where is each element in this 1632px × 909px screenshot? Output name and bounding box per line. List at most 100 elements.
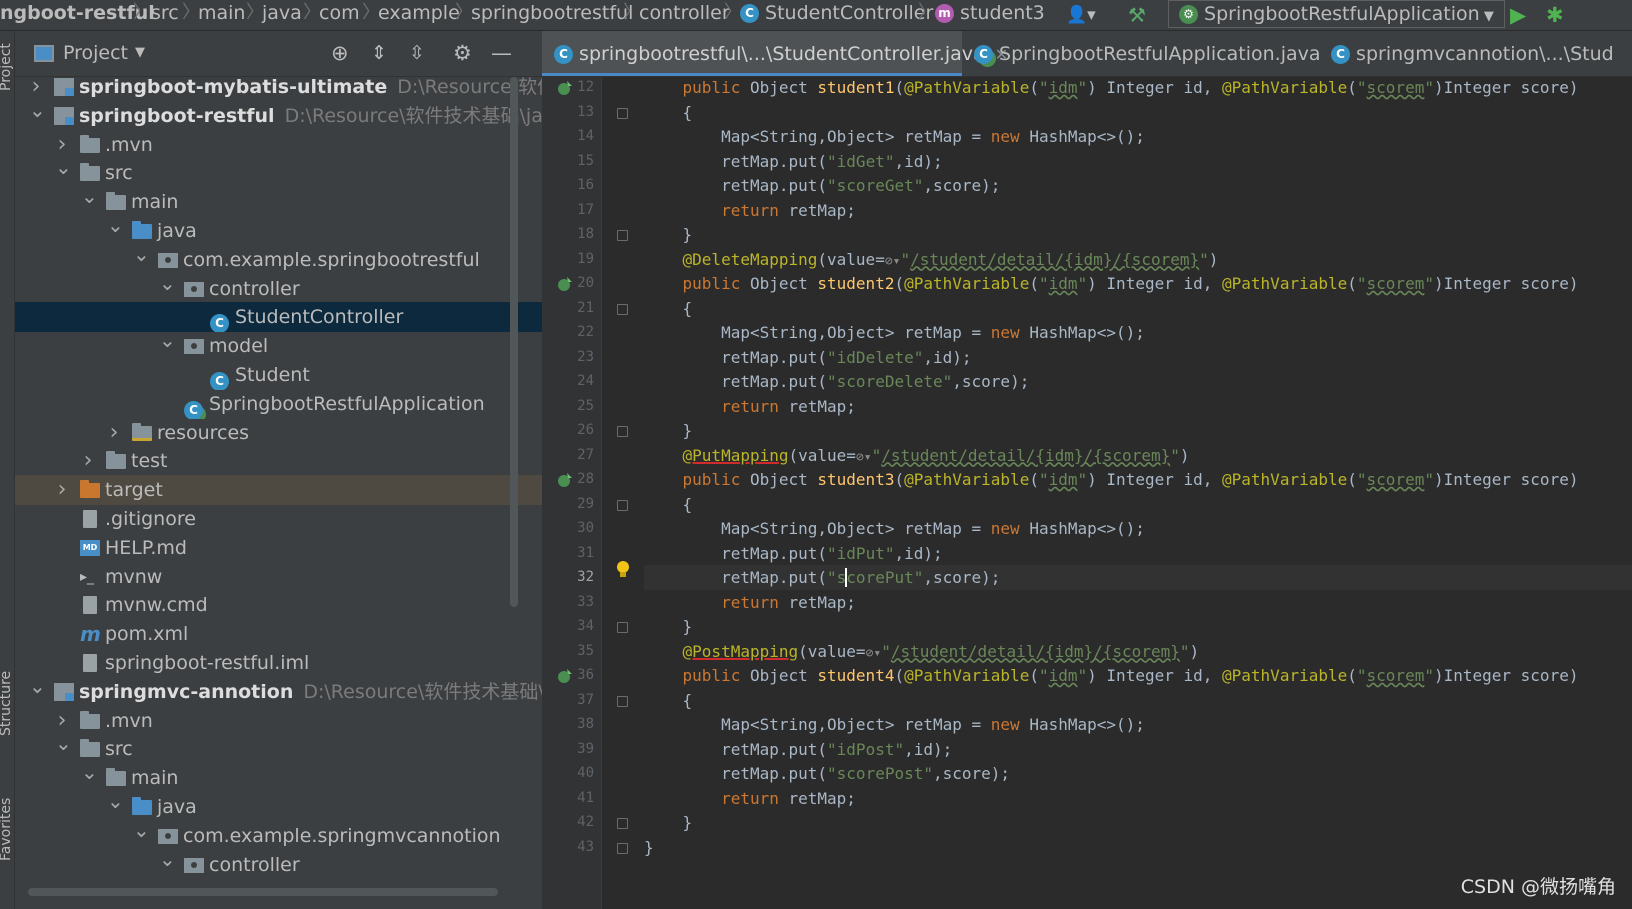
chevron-down-icon[interactable]: ⌄ bbox=[55, 734, 72, 758]
tree-node[interactable]: C Student bbox=[15, 360, 542, 390]
code-line[interactable]: return retMap; bbox=[644, 394, 856, 419]
code-line[interactable]: Map<String,Object> retMap = new HashMap<… bbox=[644, 516, 1145, 541]
code-line[interactable]: } bbox=[644, 614, 693, 639]
tree-node[interactable]: › .mvn bbox=[15, 130, 542, 160]
tree-node[interactable]: ⌄ src bbox=[15, 158, 542, 188]
breadcrumb-item[interactable]: ngboot-restful bbox=[0, 0, 155, 30]
code-line[interactable]: public Object student2(@PathVariable("id… bbox=[644, 271, 1579, 296]
code-line[interactable]: } bbox=[644, 222, 693, 247]
tree-node[interactable]: ⌄ main bbox=[15, 763, 542, 793]
fold-marker-icon[interactable] bbox=[617, 230, 628, 241]
tree-node[interactable]: ⌄ controller bbox=[15, 274, 542, 304]
spring-mapping-icon[interactable] bbox=[556, 667, 574, 685]
tree-scrollbar[interactable] bbox=[510, 77, 518, 607]
lightbulb-icon[interactable] bbox=[616, 561, 630, 579]
collapse-all-icon[interactable]: ⇳ bbox=[409, 31, 425, 75]
tree-node[interactable]: › resources bbox=[15, 418, 542, 448]
code-line[interactable]: retMap.put("idGet",id); bbox=[644, 149, 943, 174]
code-line[interactable]: Map<String,Object> retMap = new HashMap<… bbox=[644, 320, 1145, 345]
spring-mapping-icon[interactable] bbox=[556, 471, 574, 489]
build-hammer-icon[interactable]: ⚒ bbox=[1128, 4, 1146, 26]
tree-node[interactable]: ⌄ java bbox=[15, 216, 542, 246]
chevron-down-icon[interactable]: ⌄ bbox=[81, 187, 98, 211]
breadcrumb-item[interactable]: C StudentController bbox=[740, 0, 933, 30]
user-icon[interactable]: 👤▾ bbox=[1066, 4, 1096, 26]
code-line[interactable]: @PutMapping(value=⊘▾"/student/detail/{id… bbox=[644, 443, 1190, 468]
view-dropdown-icon[interactable]: ▼ bbox=[135, 31, 145, 75]
breadcrumb-item[interactable]: springbootrestful bbox=[471, 0, 633, 30]
chevron-right-icon[interactable]: › bbox=[107, 418, 121, 448]
code-editor[interactable]: public Object student1(@PathVariable("id… bbox=[644, 77, 1632, 909]
debug-bug-icon[interactable]: ✱ bbox=[1546, 4, 1564, 26]
chevron-down-icon[interactable]: ⌄ bbox=[81, 763, 98, 787]
tree-node[interactable]: MD HELP.md bbox=[15, 533, 542, 563]
minimize-icon[interactable]: — bbox=[491, 31, 512, 75]
chevron-right-icon[interactable]: › bbox=[81, 446, 95, 476]
chevron-down-icon[interactable]: ⌄ bbox=[133, 821, 150, 845]
tree-node[interactable]: C SpringbootRestfulApplication bbox=[15, 389, 542, 419]
tree-node[interactable]: › springboot-mybatis-ultimate D:\Resource\… bbox=[15, 77, 542, 102]
project-tool-tab[interactable]: Project bbox=[0, 43, 14, 91]
fold-marker-icon[interactable] bbox=[617, 426, 628, 437]
fold-marker-icon[interactable] bbox=[617, 499, 628, 511]
fold-marker-icon[interactable] bbox=[617, 622, 628, 633]
code-line[interactable]: @DeleteMapping(value=⊘▾"/student/detail/… bbox=[644, 247, 1219, 272]
spring-mapping-icon[interactable] bbox=[556, 79, 574, 97]
run-config-selector[interactable]: ⚙ SpringbootRestfulApplication ▼ bbox=[1168, 0, 1505, 28]
code-line[interactable]: { bbox=[644, 492, 693, 517]
fold-marker-icon[interactable] bbox=[617, 818, 628, 829]
chevron-down-icon[interactable]: ⌄ bbox=[55, 158, 72, 182]
fold-marker-icon[interactable] bbox=[617, 303, 628, 315]
tree-node[interactable]: › test bbox=[15, 446, 542, 476]
fold-marker-icon[interactable] bbox=[617, 695, 628, 707]
tree-node[interactable]: .gitignore bbox=[15, 504, 542, 534]
chevron-down-icon[interactable]: ⌄ bbox=[107, 216, 124, 240]
favorites-tool-tab[interactable]: Favorites bbox=[0, 798, 14, 861]
code-line[interactable]: public Object student4(@PathVariable("id… bbox=[644, 663, 1579, 688]
code-line[interactable]: retMap.put("scoreGet",score); bbox=[644, 173, 1000, 198]
breadcrumb-item[interactable]: controller bbox=[639, 0, 730, 30]
code-line[interactable]: } bbox=[644, 835, 654, 860]
chevron-down-icon[interactable]: ⌄ bbox=[29, 101, 46, 125]
run-icon[interactable]: ▶ bbox=[1510, 4, 1526, 26]
code-line[interactable]: } bbox=[644, 810, 693, 835]
fold-marker-icon[interactable] bbox=[617, 842, 628, 854]
code-line[interactable]: } bbox=[644, 418, 693, 443]
code-line[interactable]: public Object student3(@PathVariable("id… bbox=[644, 467, 1579, 492]
tree-node[interactable]: › .mvn bbox=[15, 706, 542, 736]
tree-node[interactable]: ⌄ src bbox=[15, 734, 542, 764]
chevron-right-icon[interactable]: › bbox=[29, 77, 43, 102]
tree-horizontal-scrollbar[interactable] bbox=[28, 888, 498, 896]
structure-tool-tab[interactable]: Structure bbox=[0, 671, 14, 736]
gear-icon[interactable]: ⚙ bbox=[453, 31, 472, 75]
code-line[interactable]: { bbox=[644, 296, 693, 321]
code-line[interactable]: { bbox=[644, 100, 693, 125]
code-line[interactable]: retMap.put("idPost",id); bbox=[644, 737, 952, 762]
breadcrumb-item[interactable]: main bbox=[198, 0, 245, 30]
breadcrumb-item[interactable]: java bbox=[262, 0, 302, 30]
tree-node[interactable]: ⌄ springmvc-annotion D:\Resource\软件技术基础\ja… bbox=[15, 677, 542, 707]
code-line[interactable]: return retMap; bbox=[644, 786, 856, 811]
locate-icon[interactable]: ⊕ bbox=[331, 31, 349, 75]
tree-node[interactable]: ⌄ main bbox=[15, 187, 542, 217]
editor-tab[interactable]: C springmvcannotion\...\Stud bbox=[1319, 31, 1632, 76]
chevron-down-icon[interactable]: ⌄ bbox=[107, 792, 124, 816]
tree-node[interactable]: C StudentController bbox=[15, 302, 542, 333]
editor-tab[interactable]: C SpringbootRestfulApplication.java✕ bbox=[962, 31, 1344, 76]
tree-node[interactable]: ⌄ com.example.springmvcannotion bbox=[15, 821, 542, 851]
chevron-right-icon[interactable]: › bbox=[55, 706, 69, 736]
code-line[interactable]: retMap.put("idDelete",id); bbox=[644, 345, 971, 370]
code-line[interactable]: return retMap; bbox=[644, 198, 856, 223]
tree-node[interactable]: m pom.xml bbox=[15, 619, 542, 649]
chevron-right-icon[interactable]: › bbox=[55, 475, 69, 505]
editor-tab[interactable]: C springbootrestful\...\StudentControlle… bbox=[542, 31, 1008, 76]
code-line[interactable]: { bbox=[644, 688, 693, 713]
code-line[interactable]: Map<String,Object> retMap = new HashMap<… bbox=[644, 712, 1145, 737]
chevron-down-icon[interactable]: ⌄ bbox=[159, 274, 176, 298]
code-line[interactable]: retMap.put("idPut",id); bbox=[644, 541, 943, 566]
tree-node[interactable]: mvnw.cmd bbox=[15, 590, 542, 620]
tree-node[interactable]: ⌄ controller bbox=[15, 850, 542, 880]
code-line[interactable]: retMap.put("scoreDelete",score); bbox=[644, 369, 1029, 394]
code-line[interactable]: return retMap; bbox=[644, 590, 856, 615]
chevron-down-icon[interactable]: ⌄ bbox=[29, 677, 46, 701]
